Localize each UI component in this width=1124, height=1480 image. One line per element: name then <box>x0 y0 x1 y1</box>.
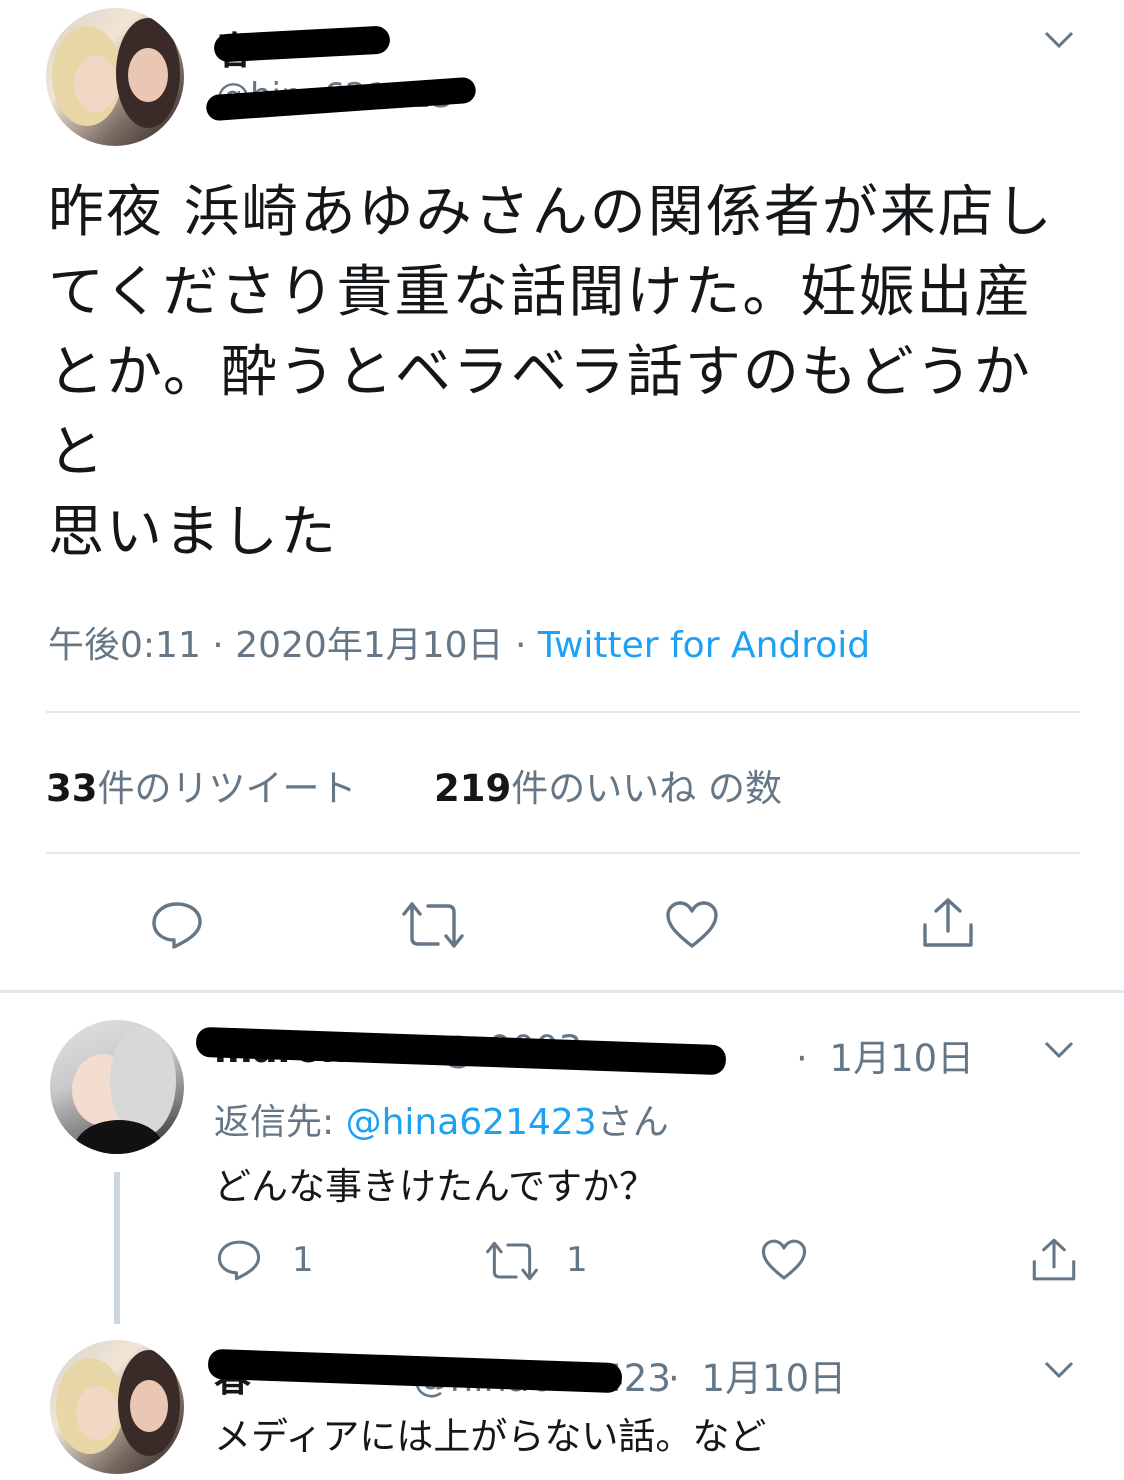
meta-separator: · <box>796 1037 808 1080</box>
tweet-stats: 33件のリツイート 219件のいいね の数 <box>46 758 782 812</box>
reply-icon[interactable] <box>216 1238 262 1282</box>
divider <box>0 990 1124 993</box>
share-icon[interactable] <box>1030 1236 1078 1284</box>
like-stat[interactable]: 219件のいいね の数 <box>434 767 782 810</box>
tweet-time: 午後0:11 <box>48 625 201 666</box>
retweet-stat[interactable]: 33件のリツイート <box>46 767 357 810</box>
like-icon[interactable] <box>664 900 720 950</box>
tweet-meta: 午後0:11 · 2020年1月10日 · Twitter for Androi… <box>48 616 870 668</box>
chevron-down-icon[interactable] <box>1042 1352 1076 1386</box>
reply-avatar[interactable] <box>50 1340 184 1474</box>
retweet-icon[interactable] <box>400 900 466 950</box>
meta-separator: · <box>515 625 527 666</box>
reply-date-row: · 1月10日 <box>668 1348 846 1402</box>
reply-date[interactable]: 1月10日 <box>702 1357 847 1400</box>
tweet-text: 昨夜 浜崎あゆみさんの関係者が来店してくださり貴重な話聞けた。妊娠出産とか。酔う… <box>48 180 1054 565</box>
meta-separator: · <box>668 1357 680 1400</box>
meta-separator: · <box>212 625 224 666</box>
reply-date-row: · 1月10日 <box>796 1028 974 1082</box>
reply-to-line: 返信先: @hina621423さん <box>214 1102 669 1143</box>
reply-text: メディアには上がらない話。など <box>214 1415 767 1458</box>
tweet-source-link[interactable]: Twitter for Android <box>538 625 870 666</box>
chevron-down-icon[interactable] <box>1042 22 1076 56</box>
divider <box>46 711 1080 713</box>
share-icon[interactable] <box>920 895 976 951</box>
reply-to-handle-link[interactable]: @hina621423 <box>346 1102 597 1143</box>
thread-line <box>114 1172 120 1324</box>
reply-icon[interactable] <box>150 900 204 950</box>
reply-avatar[interactable] <box>50 1020 184 1154</box>
like-icon[interactable] <box>760 1238 808 1282</box>
reply-text: どんな事きけたんですか？ <box>214 1165 657 1208</box>
tweet-date[interactable]: 2020年1月10日 <box>235 625 503 666</box>
reply-date[interactable]: 1月10日 <box>830 1037 975 1080</box>
divider <box>46 852 1080 854</box>
reply-count: 1 <box>292 1240 314 1280</box>
retweet-icon[interactable] <box>484 1240 540 1282</box>
chevron-down-icon[interactable] <box>1042 1032 1076 1066</box>
author-avatar[interactable] <box>46 8 184 146</box>
retweet-count: 1 <box>566 1240 588 1280</box>
